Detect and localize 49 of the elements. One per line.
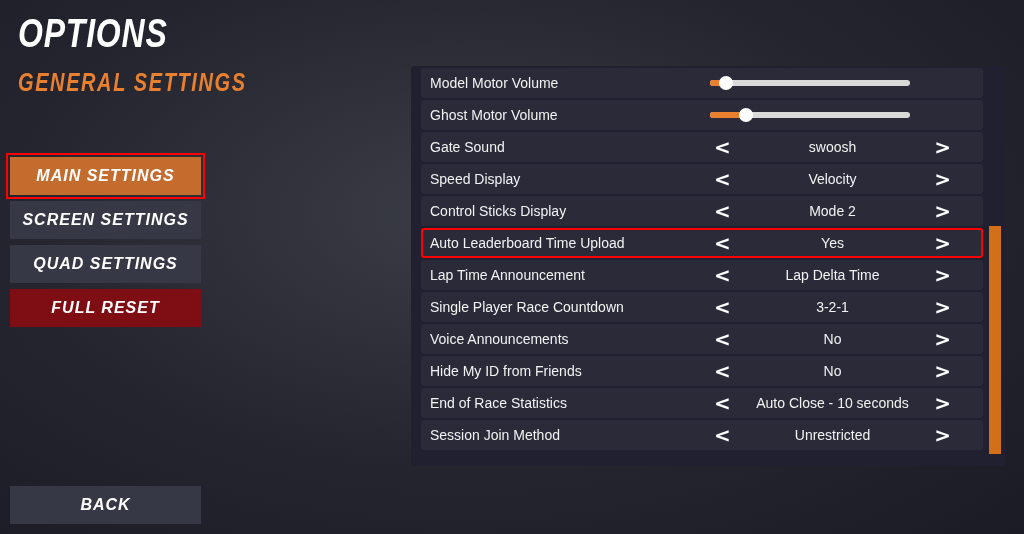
setting-label: Lap Time Announcement xyxy=(430,267,586,283)
section-title: GENERAL SETTINGS xyxy=(18,68,248,97)
back-button[interactable]: BACK xyxy=(10,486,201,524)
setting-value: Velocity xyxy=(807,171,858,187)
setting-value: Mode 2 xyxy=(808,203,857,219)
setting-label: Gate Sound xyxy=(430,139,506,155)
setting-label: Auto Leaderboard Time Upload xyxy=(430,235,626,251)
next-button[interactable]: > xyxy=(930,327,955,351)
setting-value: No xyxy=(822,331,843,347)
next-button[interactable]: > xyxy=(930,423,955,447)
setting-label: Hide My ID from Friends xyxy=(430,363,583,379)
next-button[interactable]: > xyxy=(930,295,955,319)
setting-value: swoosh xyxy=(807,139,858,155)
next-button[interactable]: > xyxy=(930,199,955,223)
setting-label: Control Sticks Display xyxy=(430,203,568,219)
setting-label: Voice Announcements xyxy=(430,331,570,347)
previous-button[interactable]: < xyxy=(710,199,735,223)
previous-button[interactable]: < xyxy=(710,167,735,191)
setting-label: Model Motor Volume xyxy=(430,75,560,91)
setting-label: Session Join Method xyxy=(430,427,561,443)
setting-value: No xyxy=(822,363,843,379)
next-button[interactable]: > xyxy=(930,263,955,287)
page-title: OPTIONS xyxy=(18,10,169,57)
menu-button[interactable]: MAIN SETTINGS xyxy=(6,153,205,199)
next-button[interactable]: > xyxy=(930,167,955,191)
setting-value: 3-2-1 xyxy=(815,299,850,315)
previous-button[interactable]: < xyxy=(710,327,735,351)
previous-button[interactable]: < xyxy=(710,423,735,447)
next-button[interactable]: > xyxy=(930,231,955,255)
previous-button[interactable]: < xyxy=(710,359,735,383)
setting-value: Auto Close - 10 seconds xyxy=(755,395,910,411)
setting-value: Yes xyxy=(820,235,845,251)
setting-label: Ghost Motor Volume xyxy=(430,107,559,123)
setting-label: Speed Display xyxy=(430,171,522,187)
setting-value: Unrestricted xyxy=(793,427,872,443)
previous-button[interactable]: < xyxy=(710,263,735,287)
setting-label: Single Player Race Countdown xyxy=(430,299,625,315)
next-button[interactable]: > xyxy=(930,359,955,383)
next-button[interactable]: > xyxy=(930,391,955,415)
previous-button[interactable]: < xyxy=(710,135,735,159)
menu-button[interactable]: SCREEN SETTINGS xyxy=(10,201,201,239)
setting-label: End of Race Statistics xyxy=(430,395,568,411)
previous-button[interactable]: < xyxy=(710,231,735,255)
setting-value: Lap Delta Time xyxy=(784,267,881,283)
next-button[interactable]: > xyxy=(930,135,955,159)
menu-button[interactable]: QUAD SETTINGS xyxy=(10,245,201,283)
previous-button[interactable]: < xyxy=(710,391,735,415)
previous-button[interactable]: < xyxy=(710,295,735,319)
menu-button[interactable]: FULL RESET xyxy=(10,289,201,327)
